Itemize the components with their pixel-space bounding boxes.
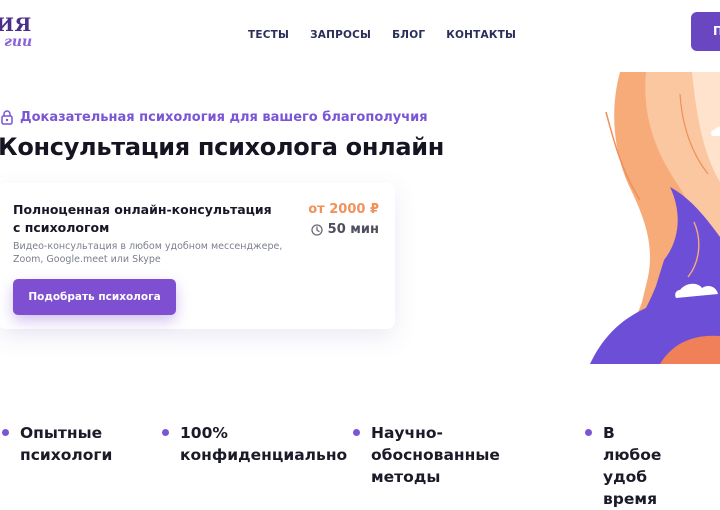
header-cta-button[interactable]: П bbox=[691, 12, 720, 51]
card-description: Видео-консультация в любом удобном мессе… bbox=[13, 241, 283, 265]
main-nav: ТЕСТЫ ЗАПРОСЫ БЛОГ КОНТАКТЫ bbox=[248, 29, 516, 41]
feature-text: 100% конфиденциально bbox=[180, 424, 348, 464]
clock-icon bbox=[311, 223, 323, 236]
feature-text: Опытные психологи bbox=[20, 424, 113, 464]
site-header: ИЯ гии ТЕСТЫ ЗАПРОСЫ БЛОГ КОНТАКТЫ П bbox=[0, 0, 720, 70]
duration-label: 50 мин bbox=[311, 222, 379, 237]
features-row: Опытные психологи 100% конфиденциально Н… bbox=[0, 422, 720, 508]
page-title: Консультация психолога онлайн bbox=[0, 133, 445, 161]
feature-text: В любое удоб время bbox=[603, 424, 662, 508]
bullet-dot bbox=[353, 429, 360, 436]
tagline-text: Доказательная психология для вашего благ… bbox=[20, 109, 428, 125]
logo[interactable]: ИЯ гии bbox=[0, 14, 36, 54]
bullet-dot bbox=[2, 429, 9, 436]
lock-icon bbox=[1, 110, 13, 125]
nav-item-blog[interactable]: БЛОГ bbox=[392, 29, 425, 41]
nav-item-requests[interactable]: ЗАПРОСЫ bbox=[310, 29, 371, 41]
woman-illustration bbox=[590, 72, 720, 364]
card-title: Полноценная онлайн-консультация с психол… bbox=[13, 202, 272, 235]
nav-item-contacts[interactable]: КОНТАКТЫ bbox=[446, 29, 516, 41]
hero-tagline: Доказательная психология для вашего благ… bbox=[0, 109, 428, 125]
bullet-dot bbox=[585, 429, 592, 436]
feature-text: Научно-обоснованные методы bbox=[371, 424, 500, 486]
price-label: от 2000 ₽ bbox=[308, 202, 379, 217]
logo-text-bottom: гии bbox=[4, 34, 33, 50]
nav-item-tests[interactable]: ТЕСТЫ bbox=[248, 29, 289, 41]
logo-text-top: ИЯ bbox=[0, 14, 32, 36]
service-card: Полноценная онлайн-консультация с психол… bbox=[0, 183, 395, 329]
find-psychologist-button[interactable]: Подобрать психолога bbox=[13, 279, 176, 315]
duration-text: 50 мин bbox=[327, 222, 379, 237]
bullet-dot bbox=[162, 429, 169, 436]
